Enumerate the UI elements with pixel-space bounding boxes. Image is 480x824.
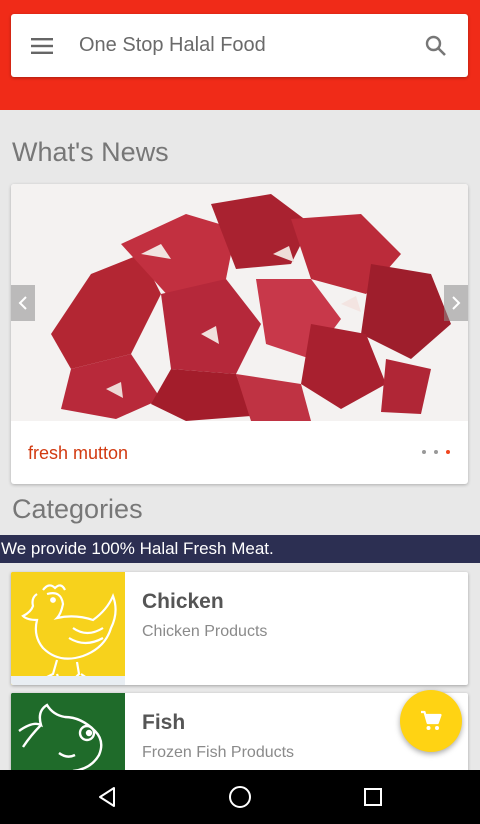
category-desc: Chicken Products [142,623,268,640]
news-section-title: What's News [12,137,169,167]
chevron-left-icon [18,296,27,310]
category-name: Fish [142,711,186,734]
chicken-thumbnail [11,572,125,685]
news-caption[interactable]: fresh mutton [28,443,128,464]
search-icon[interactable] [404,14,468,77]
app-title: One Stop Halal Food [79,34,266,56]
category-name: Chicken [142,590,224,613]
carousel-dot[interactable] [422,450,426,454]
home-icon [228,786,251,808]
carousel-dot-active[interactable] [446,450,450,454]
categories-section-title: Categories [12,494,143,524]
menu-icon[interactable] [11,14,73,77]
carousel-dot[interactable] [434,450,438,454]
system-nav-bar [0,770,480,824]
category-card-chicken[interactable]: Chicken Chicken Products [11,572,468,685]
news-image[interactable] [11,184,468,421]
cart-icon [421,710,442,730]
home-button[interactable] [210,770,270,824]
recents-button[interactable] [343,770,403,824]
carousel-next-button[interactable] [444,285,468,321]
back-icon [98,787,115,807]
carousel-prev-button[interactable] [11,285,35,321]
carousel-dots [422,450,450,454]
back-button[interactable] [77,770,137,824]
category-desc: Frozen Fish Products [142,744,295,761]
news-carousel[interactable]: fresh mutton [11,184,468,484]
recents-icon [364,788,383,806]
category-card-fish[interactable]: Fish Frozen Fish Products [11,693,468,773]
search-bar[interactable]: One Stop Halal Food [11,14,468,77]
halal-banner: We provide 100% Halal Fresh Meat. [0,535,480,563]
fish-thumbnail [11,693,125,773]
cart-button[interactable] [400,690,462,752]
chevron-right-icon [452,296,461,310]
